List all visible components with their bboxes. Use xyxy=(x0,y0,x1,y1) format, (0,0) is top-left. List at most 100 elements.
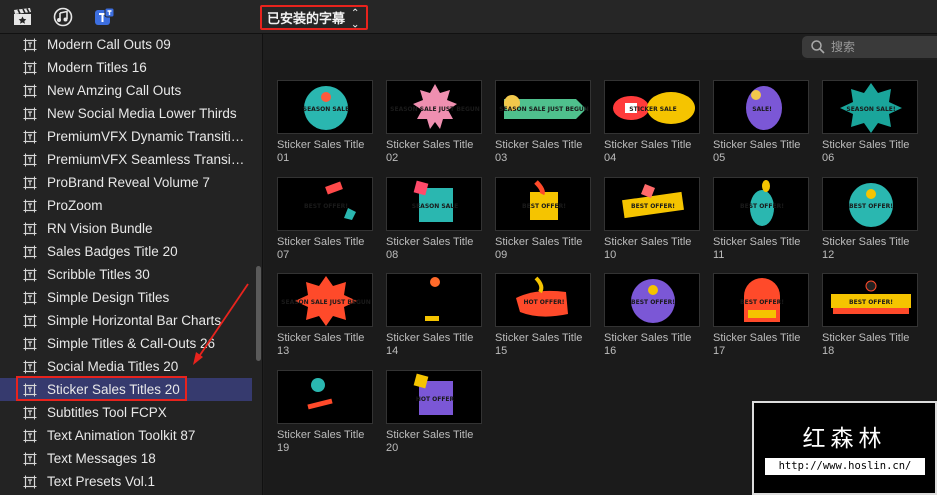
thumbnail-label-line2: 13 xyxy=(277,345,290,357)
title-thumbnail-tile[interactable]: BEST OFFER! Sticker Sales Title 07 xyxy=(277,176,383,262)
title-category-icon xyxy=(23,130,37,144)
title-thumbnail-tile[interactable]: Sticker Sales Title 14 xyxy=(386,273,492,358)
sidebar-scrollbar[interactable] xyxy=(256,266,261,361)
sidebar-item[interactable]: Text Messages 18 xyxy=(0,447,252,470)
sidebar-item[interactable]: Scribble Titles 30 xyxy=(0,263,252,286)
sidebar-item[interactable]: Sales Badges Title 20 xyxy=(0,240,252,263)
title-thumbnail-tile[interactable]: BEST OFFER! Sticker Sales Title 18 xyxy=(822,273,928,358)
thumbnail-preview: SEASON SALE xyxy=(386,176,482,231)
sidebar-item-label: ProZoom xyxy=(47,198,103,213)
title-category-icon xyxy=(23,268,37,282)
thumbnail-text: STICKER SALE xyxy=(629,106,676,113)
title-thumbnail-tile[interactable]: SEASON SALE JUST BEGUN Sticker Sales Titl… xyxy=(277,273,383,358)
sidebar-item[interactable]: PremiumVFX Seamless Transitions xyxy=(0,148,252,171)
title-thumbnail-tile[interactable]: SEASON SALE Sticker Sales Title 08 xyxy=(386,176,492,262)
sidebar-item[interactable]: Simple Design Titles xyxy=(0,286,252,309)
thumbnail-text: BEST OFFER! xyxy=(849,299,893,306)
subtitle-source-dropdown[interactable]: 已安装的字幕 ⌃ ⌃ xyxy=(260,5,368,30)
search-input[interactable] xyxy=(831,40,931,54)
title-thumbnail-tile[interactable]: HOT OFFER Sticker Sales Title 20 xyxy=(386,369,492,455)
title-thumbnail-tile[interactable]: Sticker Sales Title 19 xyxy=(277,369,383,455)
title-thumbnail-tile[interactable]: SEASON SALE JUST BEGUN Sticker Sales Titl… xyxy=(495,80,601,165)
title-thumbnail-tile[interactable]: BEST OFFER! Sticker Sales Title 11 xyxy=(713,176,819,262)
thumbnail-label-line2: 11 xyxy=(713,248,725,261)
thumbnail-label: Sticker Sales Title 19 xyxy=(277,429,383,455)
thumbnail-label: Sticker Sales Title 13 xyxy=(277,332,383,358)
title-thumbnail-tile[interactable]: BEST OFFER! Sticker Sales Title 09 xyxy=(495,176,601,262)
title-thumbnail-tile[interactable]: STICKER SALE Sticker Sales Title 04 xyxy=(604,80,710,165)
title-thumbnail-tile[interactable]: SEASON SALE! Sticker Sales Title 06 xyxy=(822,80,928,165)
thumbnail-label: Sticker Sales Title 02 xyxy=(386,139,492,165)
sidebar-item-label: Sales Badges Title 20 xyxy=(47,244,178,259)
title-category-icon xyxy=(23,475,37,489)
sidebar-item[interactable]: Subtitles Tool FCPX xyxy=(0,401,252,424)
thumbnail-label-line1: Sticker Sales Title xyxy=(495,139,583,151)
sidebar-item[interactable]: Text Animation Toolkit 87 xyxy=(0,424,252,447)
thumbnail-label: Sticker Sales Title 18 xyxy=(822,332,928,358)
selection-highlight-box xyxy=(16,376,187,401)
thumbnail-label-line1: Sticker Sales Title xyxy=(386,332,474,344)
thumbnail-preview: STICKER SALE xyxy=(604,80,700,134)
thumbnail-label: Sticker Sales Title 17 xyxy=(713,332,819,358)
thumbnail-label-line2: 06 xyxy=(822,152,835,164)
thumbnail-label: Sticker Sales Title 15 xyxy=(495,332,601,358)
thumbnail-label-line1: Sticker Sales Title xyxy=(604,139,692,151)
thumbnail-text: SEASON SALE xyxy=(412,203,458,210)
title-thumbnail-tile[interactable]: BEST OFFER! Sticker Sales Title 17 xyxy=(713,273,819,358)
sidebar-item-label: Modern Titles 16 xyxy=(47,60,147,75)
titles-icon[interactable] xyxy=(94,7,116,27)
sidebar-item[interactable]: Modern Titles 16 xyxy=(0,56,252,79)
sidebar-item-label: ProBrand Reveal Volume 7 xyxy=(47,175,210,190)
thumbnail-label-line2: 09 xyxy=(495,248,508,261)
sidebar-item[interactable]: New Amzing Call Outs xyxy=(0,79,252,102)
sidebar-item[interactable]: RN Vision Bundle xyxy=(0,217,252,240)
thumbnail-text: HOT OFFER! xyxy=(523,299,564,306)
sidebar-item-label: Subtitles Tool FCPX xyxy=(47,405,167,420)
sidebar-item[interactable]: ProZoom xyxy=(0,194,252,217)
title-category-icon xyxy=(23,199,37,213)
title-thumbnail-tile[interactable]: BEST OFFER! Sticker Sales Title 10 xyxy=(604,176,710,262)
sidebar-item-label: PremiumVFX Seamless Transitions xyxy=(47,152,247,167)
sidebar-item[interactable]: PremiumVFX Dynamic Transitions xyxy=(0,125,252,148)
watermark-title: 红森林 xyxy=(802,426,887,452)
title-category-icon xyxy=(23,429,37,443)
thumbnail-label: Sticker Sales Title 09 xyxy=(495,236,601,262)
updown-chevron-icon: ⌃ ⌃ xyxy=(351,7,360,28)
title-category-icon xyxy=(23,314,37,328)
title-thumbnail-tile[interactable]: SEASON SALE JUST BEGUN Sticker Sales Titl… xyxy=(386,80,492,165)
thumbnail-label-line2: 01 xyxy=(277,152,290,164)
sidebar-item-label: Simple Titles & Call-Outs 26 xyxy=(47,336,216,351)
thumbnail-preview xyxy=(386,273,482,327)
thumbnail-label: Sticker Sales Title 05 xyxy=(713,139,819,165)
title-thumbnail-tile[interactable]: HOT OFFER! Sticker Sales Title 15 xyxy=(495,273,601,358)
sidebar-item[interactable]: Social Media Titles 20 xyxy=(0,355,252,378)
thumbnail-label-line2: 16 xyxy=(604,345,617,357)
sidebar-item[interactable]: Simple Titles & Call-Outs 26 xyxy=(0,332,252,355)
sidebar-item-label: Scribble Titles 30 xyxy=(47,267,150,282)
clapper-icon[interactable] xyxy=(12,7,34,27)
music-notes-icon[interactable] xyxy=(52,7,74,27)
thumbnail-label: Sticker Sales Title 01 xyxy=(277,139,383,165)
thumbnail-preview: SEASON SALE xyxy=(277,80,373,134)
thumbnail-label-line1: Sticker Sales Title xyxy=(604,332,692,344)
title-thumbnail-tile[interactable]: BEST OFFER! Sticker Sales Title 12 xyxy=(822,176,928,262)
title-thumbnail-tile[interactable]: BEST OFFER! Sticker Sales Title 16 xyxy=(604,273,710,358)
sidebar-item[interactable]: ProBrand Reveal Volume 7 xyxy=(0,171,252,194)
title-thumbnail-tile[interactable]: SEASON SALE Sticker Sales Title 01 xyxy=(277,80,383,165)
dropdown-label: 已安装的字幕 xyxy=(267,12,346,27)
thumbnail-label-line2: 17 xyxy=(713,345,726,357)
title-thumbnail-tile[interactable]: SALE! Sticker Sales Title 05 xyxy=(713,80,819,165)
thumbnail-label-line1: Sticker Sales Title xyxy=(713,332,801,344)
thumbnail-text: BEST OFFER! xyxy=(849,203,893,210)
sidebar-item[interactable]: Modern Call Outs 09 xyxy=(0,34,252,56)
thumbnail-label: Sticker Sales Title 06 xyxy=(822,139,928,165)
sidebar-item[interactable]: Simple Horizontal Bar Charts xyxy=(0,309,252,332)
sidebar-item-label: Simple Design Titles xyxy=(47,290,170,305)
sidebar-item[interactable]: New Social Media Lower Thirds xyxy=(0,102,252,125)
thumbnail-preview: BEST OFFER! xyxy=(604,176,700,231)
sidebar-item-label: Text Presets Vol.1 xyxy=(47,474,156,489)
thumbnail-label-line1: Sticker Sales Title xyxy=(495,332,583,344)
thumbnail-label-line1: Sticker Sales Title xyxy=(386,235,474,248)
sidebar-item[interactable]: Text Presets Vol.1 xyxy=(0,470,252,493)
search-bar[interactable] xyxy=(802,36,937,58)
